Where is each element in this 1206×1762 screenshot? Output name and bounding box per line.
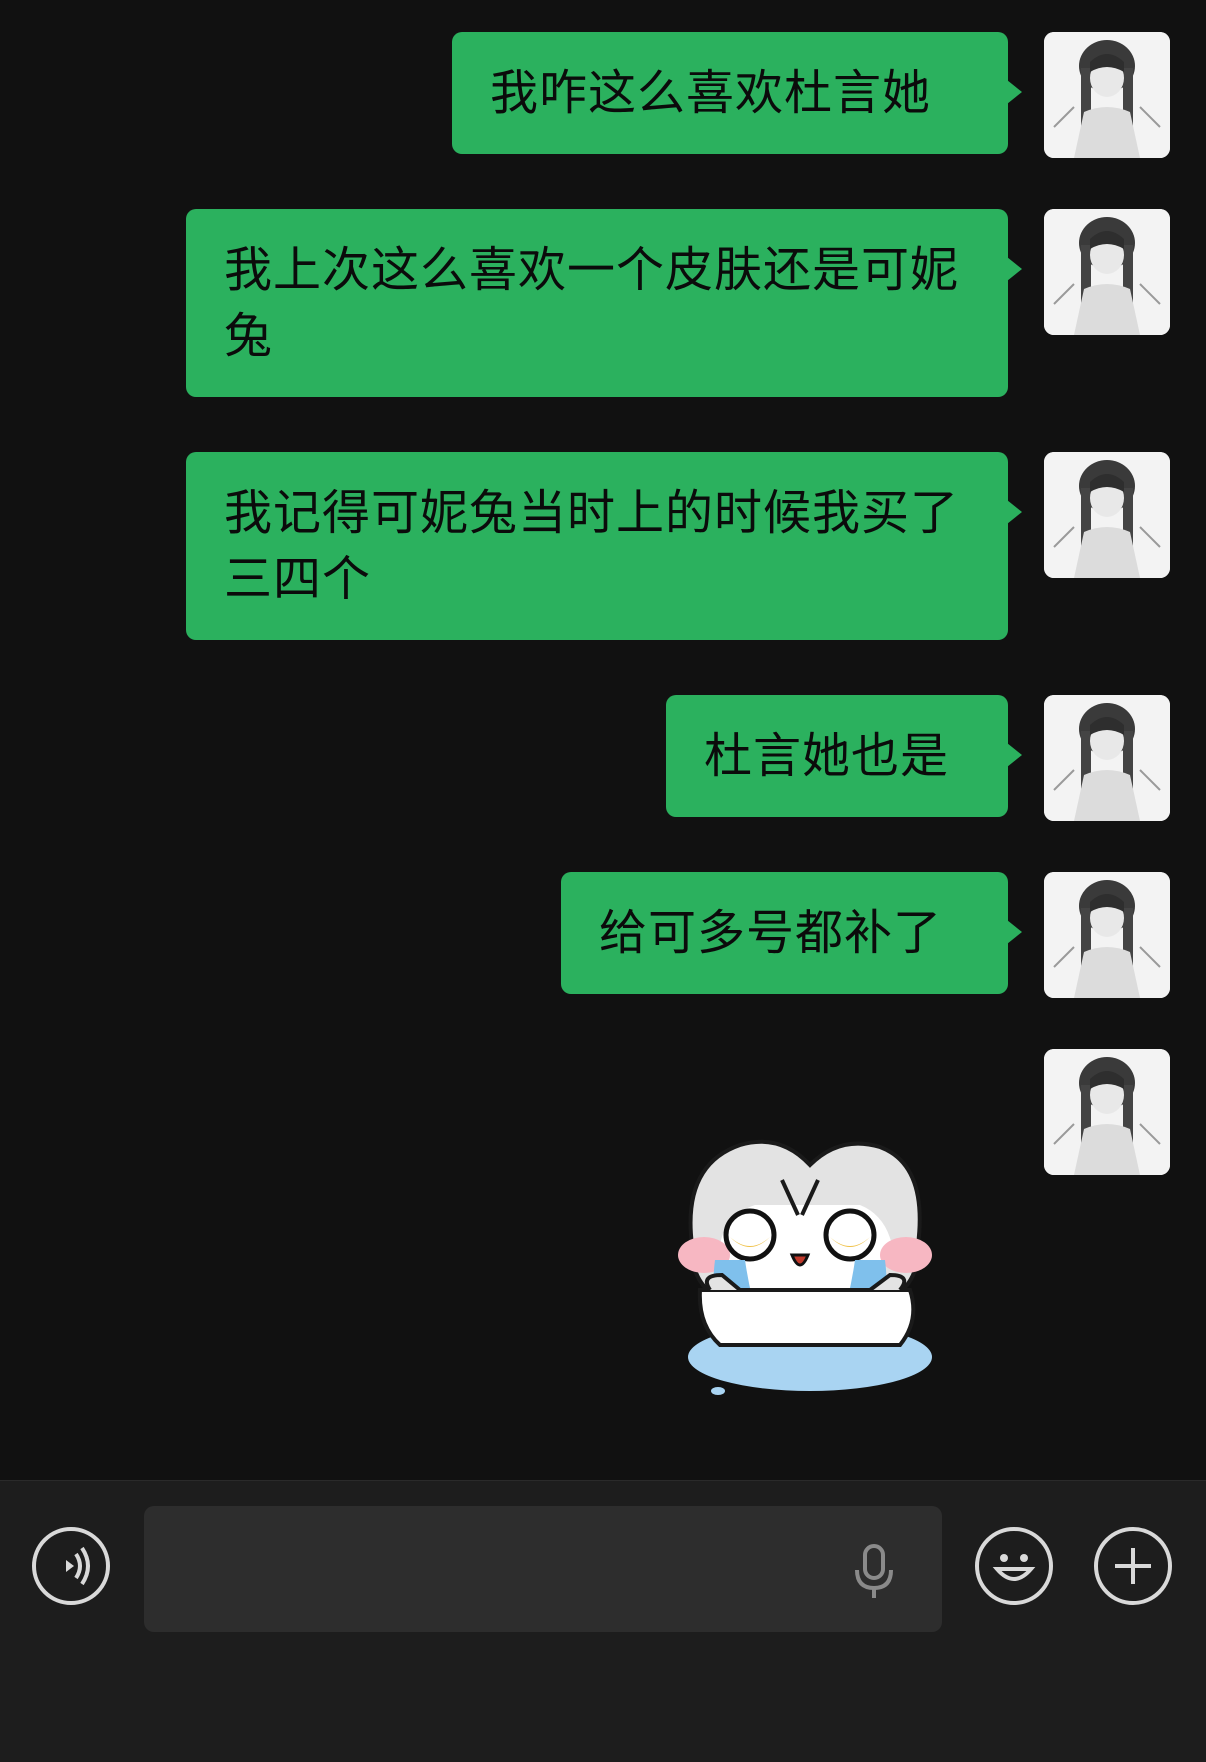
message-bubble[interactable]: 我上次这么喜欢一个皮肤还是可妮兔 [186, 209, 1022, 397]
message-bubble[interactable]: 给可多号都补了 [561, 872, 1022, 994]
crying-bunny-sticker[interactable] [670, 1125, 940, 1405]
avatar[interactable] [1044, 1049, 1170, 1175]
message-row: 我上次这么喜欢一个皮肤还是可妮兔 [186, 209, 1170, 397]
more-button[interactable] [1094, 1527, 1172, 1605]
message-input[interactable] [144, 1506, 942, 1632]
avatar[interactable] [1044, 872, 1170, 998]
message-row: 我记得可妮兔当时上的时候我买了三四个 [186, 452, 1170, 640]
plus-icon [1115, 1548, 1151, 1584]
message-bubble[interactable]: 我记得可妮兔当时上的时候我买了三四个 [186, 452, 1022, 640]
message-row [1044, 1049, 1170, 1175]
message-row: 我咋这么喜欢杜言她 [452, 32, 1170, 158]
avatar[interactable] [1044, 452, 1170, 578]
message-bubble[interactable]: 我咋这么喜欢杜言她 [452, 32, 1022, 154]
message-row: 给可多号都补了 [561, 872, 1170, 998]
avatar[interactable] [1044, 32, 1170, 158]
microphone-icon[interactable] [852, 1544, 896, 1600]
voice-mode-button[interactable] [32, 1527, 110, 1605]
avatar[interactable] [1044, 695, 1170, 821]
message-bubble[interactable]: 杜言她也是 [666, 695, 1022, 817]
avatar[interactable] [1044, 209, 1170, 335]
voice-mode-icon [66, 1546, 90, 1586]
emoji-icon [992, 1554, 1036, 1581]
emoji-button[interactable] [975, 1527, 1053, 1605]
chat-message-list[interactable]: 我咋这么喜欢杜言她 我上次这么喜欢一个皮肤还是可妮兔 我记得可妮兔当时上的时候我… [0, 0, 1206, 1480]
message-row: 杜言她也是 [666, 695, 1170, 821]
